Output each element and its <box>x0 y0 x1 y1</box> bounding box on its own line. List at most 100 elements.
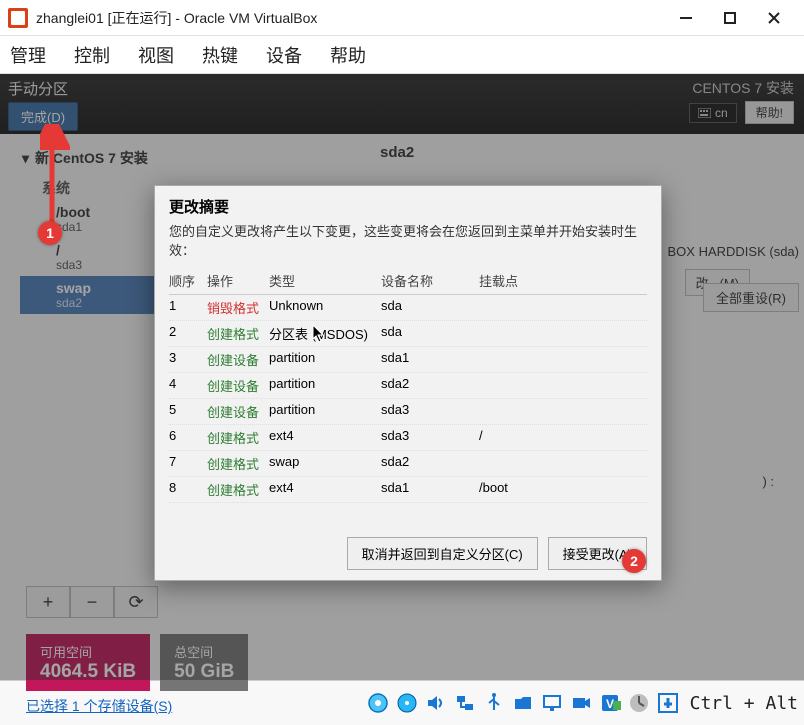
table-row[interactable]: 3创建设备partitionsda1 <box>169 347 647 373</box>
cell-device: sda <box>381 298 479 317</box>
cell-order: 5 <box>169 402 207 421</box>
cpu-icon[interactable] <box>626 690 652 716</box>
menu-manage[interactable]: 管理 <box>10 42 46 68</box>
recording-icon[interactable] <box>568 690 594 716</box>
cell-order: 7 <box>169 454 207 473</box>
menu-hotkeys[interactable]: 热键 <box>202 42 238 68</box>
page-title: 手动分区 <box>8 78 671 99</box>
annotation-badge-2: 2 <box>622 549 646 573</box>
rparen-text: ) : <box>762 474 774 489</box>
available-space: 可用空间 4064.5 KiB <box>26 634 150 691</box>
table-row[interactable]: 5创建设备partitionsda3 <box>169 399 647 425</box>
cell-type: Unknown <box>269 298 381 317</box>
table-row[interactable]: 6创建格式ext4sda3/ <box>169 425 647 451</box>
cell-action: 创建设备 <box>207 402 269 421</box>
table-row[interactable]: 2创建格式分区表 (MSDOS)sda <box>169 321 647 347</box>
table-row[interactable]: 1销毁格式Unknownsda <box>169 295 647 321</box>
host-key-indicator: Ctrl + Alt <box>690 693 798 714</box>
reload-button[interactable]: ⟳ <box>114 586 158 618</box>
cell-mount <box>479 454 647 473</box>
display-icon[interactable] <box>539 690 565 716</box>
table-row[interactable]: 4创建设备partitionsda2 <box>169 373 647 399</box>
minimize-button[interactable] <box>664 4 708 32</box>
toolbar: + − ⟳ <box>26 586 158 618</box>
vm-state-icon[interactable]: V <box>597 690 623 716</box>
mouse-integration-icon[interactable] <box>655 690 681 716</box>
col-order: 顺序 <box>169 271 207 290</box>
table-row[interactable]: 7创建格式swapsda2 <box>169 451 647 477</box>
chevron-down-icon: ▾ <box>22 150 29 167</box>
add-mount-button[interactable]: + <box>26 586 70 618</box>
menu-help[interactable]: 帮助 <box>330 42 366 68</box>
device-label: BOX HARDDISK (sda) <box>668 244 799 259</box>
storage-devices-link[interactable]: 已选择 1 个存储设备(S) <box>26 696 172 716</box>
total-space-label: 总空间 <box>174 642 234 661</box>
cell-type: partition <box>269 376 381 395</box>
menubar: 管理 控制 视图 热键 设备 帮助 <box>0 36 804 74</box>
reset-all-button[interactable]: 全部重设(R) <box>703 283 799 312</box>
cell-mount <box>479 402 647 421</box>
total-space: 总空间 50 GiB <box>160 634 248 691</box>
cell-device: sda <box>381 324 479 343</box>
cell-action: 创建格式 <box>207 428 269 447</box>
cell-mount: /boot <box>479 480 647 499</box>
cell-type: swap <box>269 454 381 473</box>
right-pane-title: sda2 <box>380 144 414 161</box>
dialog-title: 更改摘要 <box>155 186 661 221</box>
keyboard-icon <box>698 108 711 118</box>
audio-icon[interactable] <box>423 690 449 716</box>
cell-type: ext4 <box>269 428 381 447</box>
hdd-icon[interactable] <box>365 690 391 716</box>
keyboard-indicator[interactable]: cn <box>689 103 737 123</box>
cell-order: 1 <box>169 298 207 317</box>
cell-action: 销毁格式 <box>207 298 269 317</box>
cell-type: partition <box>269 402 381 421</box>
cell-order: 8 <box>169 480 207 499</box>
annotation-badge-1: 1 <box>38 221 62 245</box>
svg-text:V: V <box>606 697 614 711</box>
shared-folders-icon[interactable] <box>510 690 536 716</box>
installer-header: 手动分区 完成(D) CENTOS 7 安装 cn 帮助! <box>0 74 804 134</box>
cell-type: ext4 <box>269 480 381 499</box>
changes-summary-dialog: 更改摘要 您的自定义更改将产生以下变更，这些变更将会在您返回到主菜单并开始安装时… <box>154 185 662 581</box>
close-icon <box>767 11 781 25</box>
help-button[interactable]: 帮助! <box>745 101 794 124</box>
titlebar: zhanglei01 [正在运行] - Oracle VM VirtualBox <box>0 0 804 36</box>
cell-mount <box>479 324 647 343</box>
usb-icon[interactable] <box>481 690 507 716</box>
installer-name: CENTOS 7 安装 <box>689 78 794 98</box>
col-mount: 挂载点 <box>479 271 647 290</box>
cell-device: sda2 <box>381 454 479 473</box>
cell-action: 创建格式 <box>207 454 269 473</box>
cell-action: 创建设备 <box>207 350 269 369</box>
col-device: 设备名称 <box>381 271 479 290</box>
cell-mount <box>479 376 647 395</box>
cell-order: 2 <box>169 324 207 343</box>
col-action: 操作 <box>207 271 269 290</box>
annotation-arrow <box>40 124 70 224</box>
maximize-button[interactable] <box>708 4 752 32</box>
network-icon[interactable] <box>452 690 478 716</box>
table-header: 顺序 操作 类型 设备名称 挂载点 <box>169 267 647 295</box>
cell-action: 创建格式 <box>207 480 269 499</box>
remove-mount-button[interactable]: − <box>70 586 114 618</box>
table-row[interactable]: 8创建格式ext4sda1/boot <box>169 477 647 503</box>
available-space-value: 4064.5 KiB <box>40 661 136 683</box>
menu-devices[interactable]: 设备 <box>266 42 302 68</box>
dialog-message: 您的自定义更改将产生以下变更，这些变更将会在您返回到主菜单并开始安装时生效： <box>155 221 661 267</box>
close-button[interactable] <box>752 4 796 32</box>
mouse-cursor-icon <box>312 324 326 344</box>
changes-table: 顺序 操作 类型 设备名称 挂载点 1销毁格式Unknownsda2创建格式分区… <box>155 267 661 503</box>
cell-device: sda1 <box>381 350 479 369</box>
cell-action: 创建格式 <box>207 324 269 343</box>
cell-action: 创建设备 <box>207 376 269 395</box>
cell-device: sda2 <box>381 376 479 395</box>
cancel-button[interactable]: 取消并返回到自定义分区(C) <box>347 537 538 570</box>
cell-type: partition <box>269 350 381 369</box>
cell-device: sda3 <box>381 428 479 447</box>
tree-heading[interactable]: ▾ 新 CentOS 7 安装 <box>20 144 370 172</box>
menu-control[interactable]: 控制 <box>74 42 110 68</box>
optical-icon[interactable] <box>394 690 420 716</box>
virtualbox-icon <box>8 8 28 28</box>
menu-view[interactable]: 视图 <box>138 42 174 68</box>
